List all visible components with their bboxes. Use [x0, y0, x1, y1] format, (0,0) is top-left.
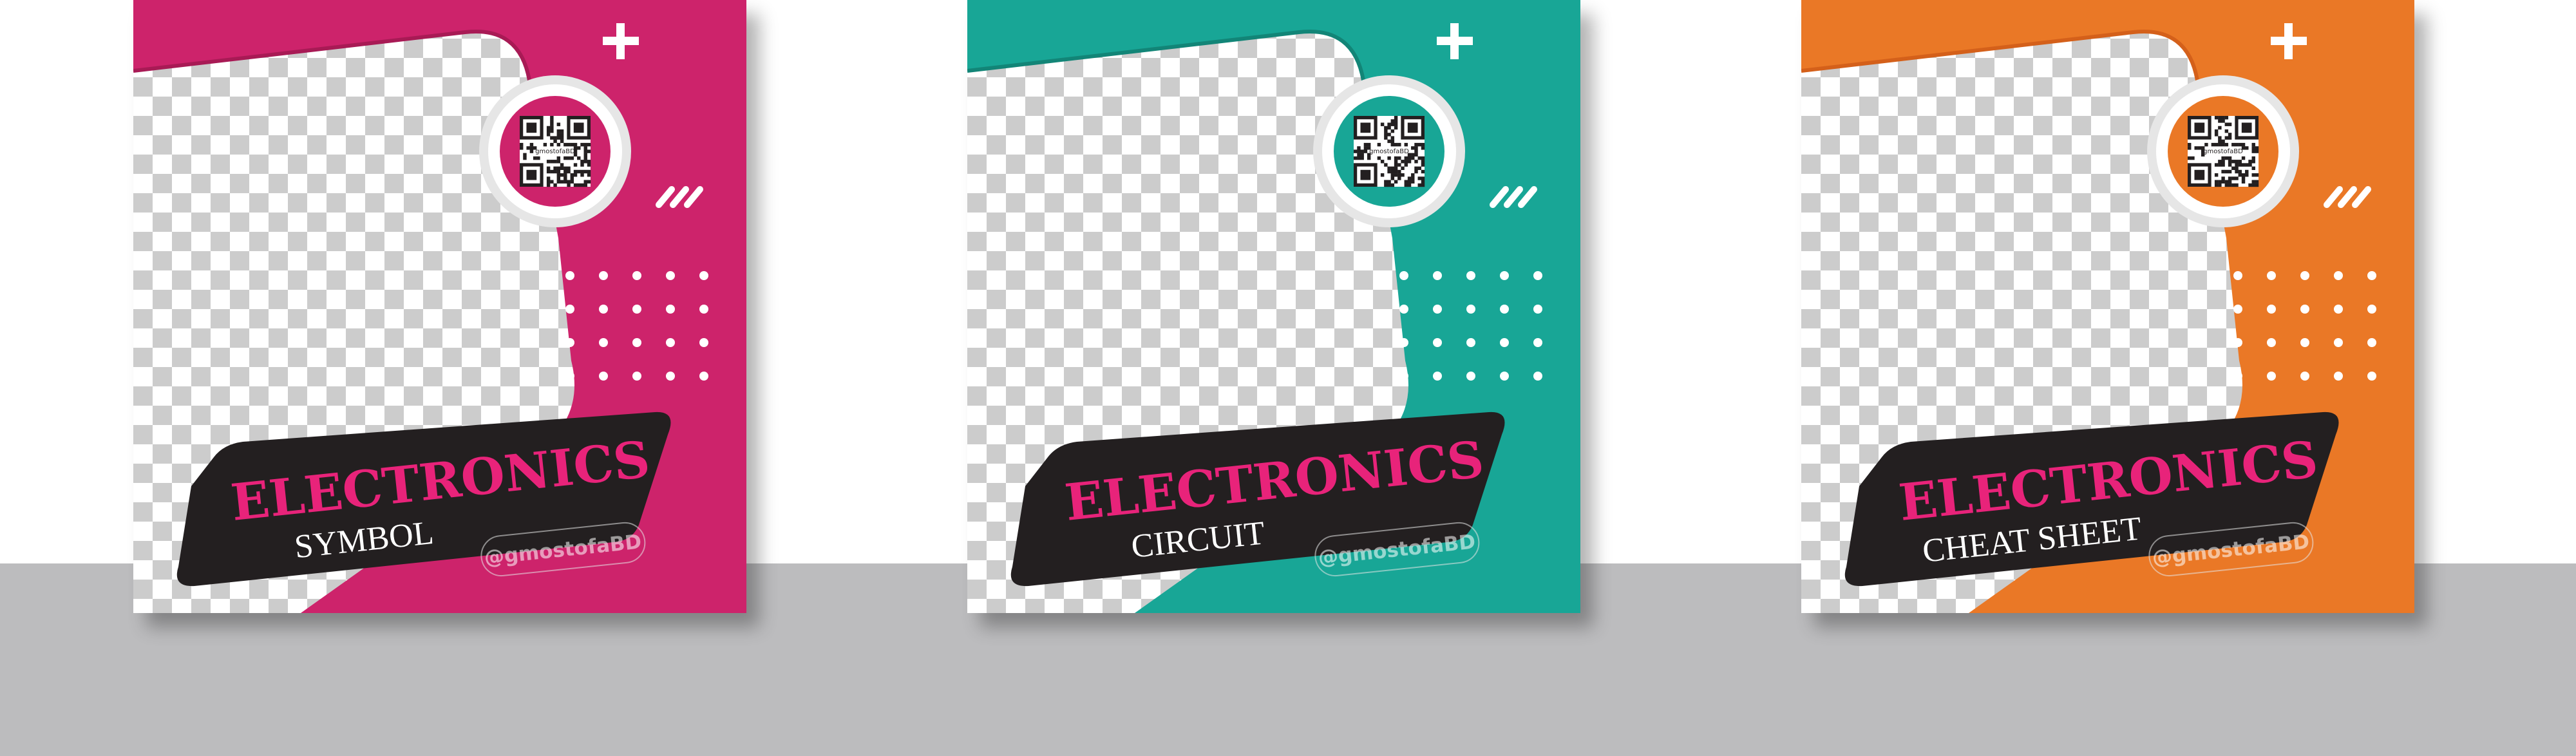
- grid-dot: [1433, 338, 1442, 347]
- post-card-2: gmostofaBD ELECTRONICS CIRCUIT @gmostofa…: [967, 0, 1580, 613]
- grid-dot: [565, 372, 574, 381]
- grid-dot: [2233, 372, 2242, 381]
- grid-dot: [565, 338, 574, 347]
- grid-dot: [699, 338, 708, 347]
- grid-dot: [699, 305, 708, 314]
- grid-dot: [1466, 338, 1475, 347]
- post-card-1-art: gmostofaBD ELECTRONICS SYMBOL @gmostofaB…: [133, 0, 746, 613]
- grid-dot: [2267, 305, 2276, 314]
- grid-dot: [1399, 372, 1408, 381]
- grid-dot: [632, 305, 641, 314]
- grid-dot: [1399, 305, 1408, 314]
- grid-dot: [2233, 305, 2242, 314]
- qr-caption: gmostofaBD: [1369, 148, 1409, 155]
- grid-dot: [599, 338, 608, 347]
- grid-dot: [1533, 338, 1542, 347]
- grid-dot: [666, 305, 675, 314]
- qr-caption: gmostofaBD: [2203, 148, 2243, 155]
- grid-dot: [565, 271, 574, 280]
- qr-code-icon: gmostofaBD: [2188, 116, 2259, 187]
- qr-badge: gmostofaBD: [479, 75, 631, 227]
- post-card-2-art: gmostofaBD ELECTRONICS CIRCUIT @gmostofa…: [967, 0, 1580, 613]
- post-card-3: gmostofaBD ELECTRONICS CHEAT SHEET @gmos…: [1801, 0, 2414, 613]
- grid-dot: [699, 271, 708, 280]
- grid-dot: [666, 271, 675, 280]
- grid-dot: [1433, 271, 1442, 280]
- grid-dot: [1533, 271, 1542, 280]
- grid-dot: [666, 338, 675, 347]
- grid-dot: [2367, 338, 2376, 347]
- grid-dot: [599, 305, 608, 314]
- grid-dot: [2267, 372, 2276, 381]
- grid-dot: [2334, 372, 2343, 381]
- grid-dot: [1433, 305, 1442, 314]
- grid-dot: [2334, 338, 2343, 347]
- qr-code-icon: gmostofaBD: [1354, 116, 1425, 187]
- grid-dot: [632, 271, 641, 280]
- post-card-1: gmostofaBD ELECTRONICS SYMBOL @gmostofaB…: [133, 0, 746, 613]
- grid-dot: [666, 372, 675, 381]
- grid-dot: [1500, 271, 1509, 280]
- grid-dot: [1466, 372, 1475, 381]
- grid-dot: [2300, 271, 2309, 280]
- grid-dot: [699, 372, 708, 381]
- grid-dot: [2300, 305, 2309, 314]
- grid-dot: [1500, 338, 1509, 347]
- qr-badge: gmostofaBD: [1313, 75, 1465, 227]
- grid-dot: [1500, 305, 1509, 314]
- grid-dot: [2300, 372, 2309, 381]
- grid-dot: [1433, 372, 1442, 381]
- grid-dot: [1533, 372, 1542, 381]
- qr-badge: gmostofaBD: [2147, 75, 2299, 227]
- grid-dot: [1466, 271, 1475, 280]
- post-card-3-art: gmostofaBD ELECTRONICS CHEAT SHEET @gmos…: [1801, 0, 2414, 613]
- grid-dot: [632, 372, 641, 381]
- grid-dot: [2233, 338, 2242, 347]
- grid-dot: [2300, 338, 2309, 347]
- grid-dot: [1399, 338, 1408, 347]
- grid-dot: [632, 338, 641, 347]
- qr-code-icon: gmostofaBD: [520, 116, 591, 187]
- grid-dot: [1533, 305, 1542, 314]
- grid-dot: [2267, 271, 2276, 280]
- grid-dot: [2367, 305, 2376, 314]
- grid-dot: [599, 271, 608, 280]
- grid-dot: [2233, 271, 2242, 280]
- grid-dot: [2267, 338, 2276, 347]
- grid-dot: [2367, 372, 2376, 381]
- grid-dot: [2334, 305, 2343, 314]
- grid-dot: [1500, 372, 1509, 381]
- grid-dot: [599, 372, 608, 381]
- grid-dot: [1466, 305, 1475, 314]
- qr-caption: gmostofaBD: [535, 148, 575, 155]
- grid-dot: [2367, 271, 2376, 280]
- grid-dot: [2334, 271, 2343, 280]
- grid-dot: [565, 305, 574, 314]
- grid-dot: [1399, 271, 1408, 280]
- mockup-scene: gmostofaBD ELECTRONICS SYMBOL @gmostofaB…: [0, 0, 2576, 756]
